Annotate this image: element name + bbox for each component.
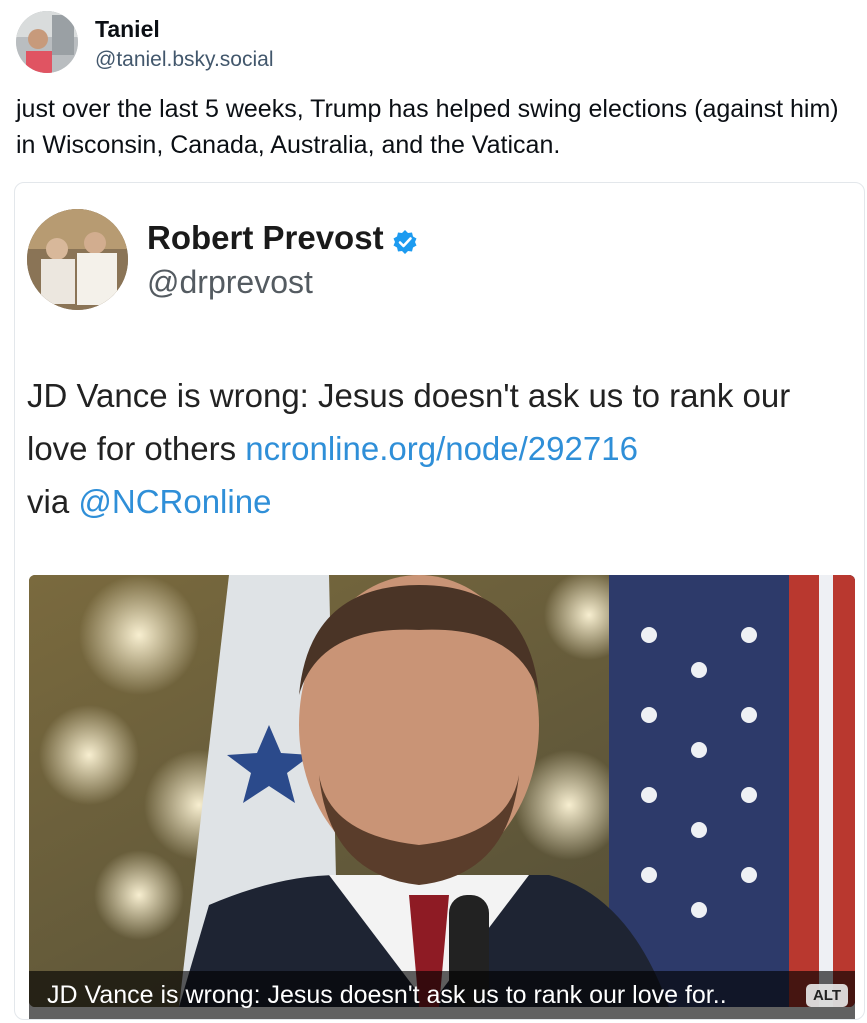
tweet-mention: @NCRonline xyxy=(78,483,272,520)
tweet-text-via: via xyxy=(27,483,79,520)
embedded-image-card[interactable]: Robert Prevost @drprevost JD Vance is wr… xyxy=(14,182,865,1020)
author-name[interactable]: Taniel xyxy=(95,16,160,43)
author-handle[interactable]: @taniel.bsky.social xyxy=(95,48,274,72)
tweet-author-name: Robert Prevost xyxy=(147,219,418,257)
verified-badge-icon xyxy=(392,225,418,254)
tweet-author-handle: @drprevost xyxy=(147,264,313,300)
post-header: Taniel @taniel.bsky.social xyxy=(16,10,856,76)
author-avatar[interactable] xyxy=(16,11,78,73)
post-text: just over the last 5 weeks, Trump has he… xyxy=(16,95,839,159)
image-caption: JD Vance is wrong: Jesus doesn't ask us … xyxy=(29,971,855,1019)
tweet-author-name-text: Robert Prevost xyxy=(147,219,384,256)
tweet-link: ncronline.org/node/292716 xyxy=(245,430,638,467)
alt-text-button[interactable]: ALT xyxy=(805,984,848,1007)
tweet-text: JD Vance is wrong: Jesus doesn't ask us … xyxy=(27,369,857,528)
tweet-author-avatar xyxy=(27,209,128,310)
tweet-photo xyxy=(29,575,855,1007)
